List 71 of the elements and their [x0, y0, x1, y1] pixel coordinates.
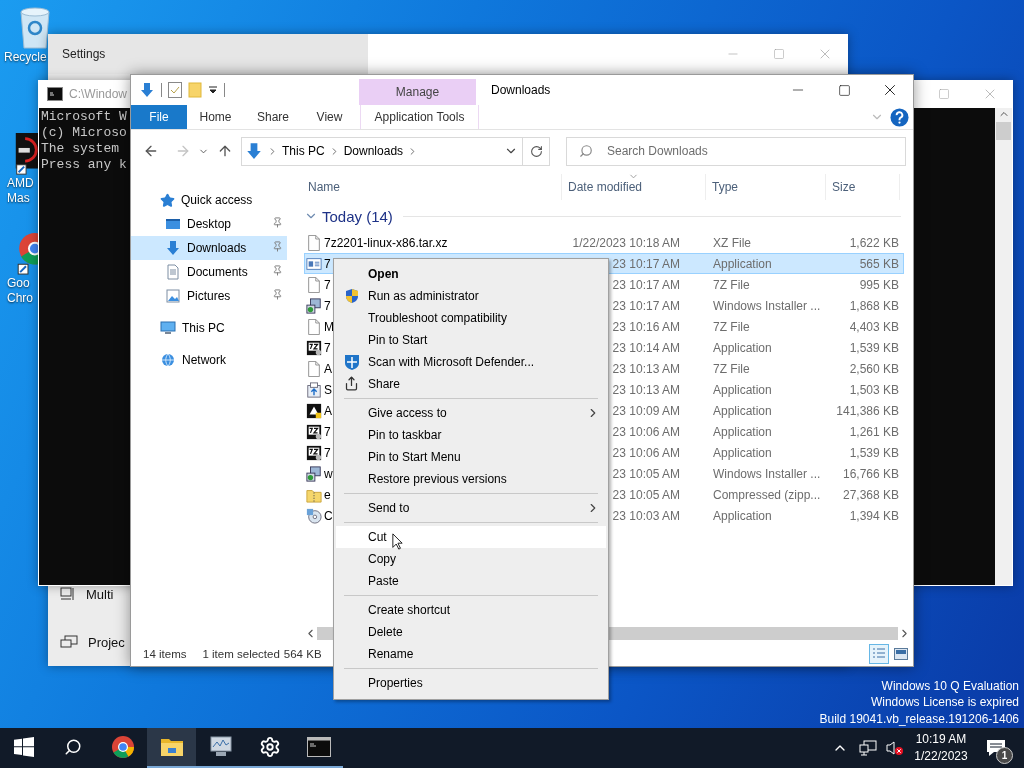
file-size: 1,868 KB	[849, 298, 899, 313]
window-title: Downloads	[491, 83, 551, 97]
file-size: 16,766 KB	[842, 466, 899, 481]
file-name: 7	[324, 256, 331, 271]
notification-count: 1	[996, 747, 1013, 764]
file-name: S	[324, 382, 332, 397]
file-date: 23 10:17 AM	[612, 277, 680, 292]
file-size: 2,560 KB	[849, 361, 899, 376]
file-date: 1/22/2023 10:18 AM	[572, 235, 680, 250]
file-type: Application	[713, 256, 772, 271]
file-type: Application	[713, 424, 772, 439]
file-size: 1,539 KB	[849, 445, 899, 460]
file-size: 1,539 KB	[849, 340, 899, 355]
file-date: 23 10:16 AM	[612, 319, 680, 334]
file-date: 23 10:05 AM	[612, 466, 680, 481]
file-name: 7	[324, 424, 331, 439]
file-type: Application	[713, 508, 772, 523]
file-type: 7Z File	[713, 361, 750, 376]
file-name: w	[324, 466, 333, 481]
file-name: C	[324, 508, 333, 523]
file-size: 1,261 KB	[849, 424, 899, 439]
file-date: 23 10:17 AM	[612, 256, 680, 271]
file-type: Application	[713, 403, 772, 418]
file-size: 1,622 KB	[849, 235, 899, 250]
file-size: 4,403 KB	[849, 319, 899, 334]
file-type: Application	[713, 445, 772, 460]
file-type: 7Z File	[713, 277, 750, 292]
window-title: Settings	[62, 47, 106, 61]
status-text: 1 item selected	[202, 648, 280, 660]
file-size: 565 KB	[859, 256, 899, 271]
file-type: Windows Installer ...	[713, 466, 821, 481]
file-type: Compressed (zipp...	[713, 487, 821, 502]
ribbon-context-label: Manage	[359, 79, 476, 105]
file-size: 995 KB	[859, 277, 899, 292]
file-date: 23 10:14 AM	[612, 340, 680, 355]
file-name: A	[324, 403, 332, 418]
file-date: 23 10:06 AM	[612, 445, 680, 460]
file-name: M	[324, 319, 334, 334]
file-name: A	[324, 361, 332, 376]
file-size: 1,503 KB	[849, 382, 899, 397]
file-type: Application	[713, 340, 772, 355]
file-name: 7	[324, 445, 331, 460]
console-line: Microsoft W	[41, 109, 127, 125]
file-type: 7Z File	[713, 319, 750, 334]
file-type: Windows Installer ...	[713, 298, 821, 313]
file-date: 23 10:06 AM	[612, 424, 680, 439]
file-size: 141,386 KB	[836, 403, 899, 418]
evaluation-notice: Build 19041.vb_release.191206-1406	[819, 710, 1019, 727]
file-date: 23 10:13 AM	[612, 382, 680, 397]
file-size: 1,394 KB	[849, 508, 899, 523]
file-date: 23 10:03 AM	[612, 508, 680, 523]
file-name: 7z2201-linux-x86.tar.xz	[324, 235, 448, 250]
file-date: 23 10:09 AM	[612, 403, 680, 418]
status-text: 564 KB	[283, 648, 322, 660]
evaluation-notice: Windows 10 Q Evaluation	[881, 677, 1019, 694]
file-date: 23 10:17 AM	[612, 298, 680, 313]
file-name: e	[324, 487, 331, 502]
file-name: 7	[324, 340, 331, 355]
console-line: The system	[41, 141, 119, 157]
evaluation-notice: Windows License is expired	[870, 694, 1019, 711]
console-line: (c) Microso	[41, 125, 127, 141]
file-date: 23 10:13 AM	[612, 361, 680, 376]
file-name: 7	[324, 277, 331, 292]
file-size: 27,368 KB	[842, 487, 899, 502]
file-type: XZ File	[713, 235, 751, 250]
console-line: Press any k	[41, 157, 127, 173]
file-date: 23 10:05 AM	[612, 487, 680, 502]
file-name: 7	[324, 298, 331, 313]
status-text: 14 items	[143, 648, 187, 660]
file-type: Application	[713, 382, 772, 397]
window-title: C:\Window	[69, 87, 127, 101]
